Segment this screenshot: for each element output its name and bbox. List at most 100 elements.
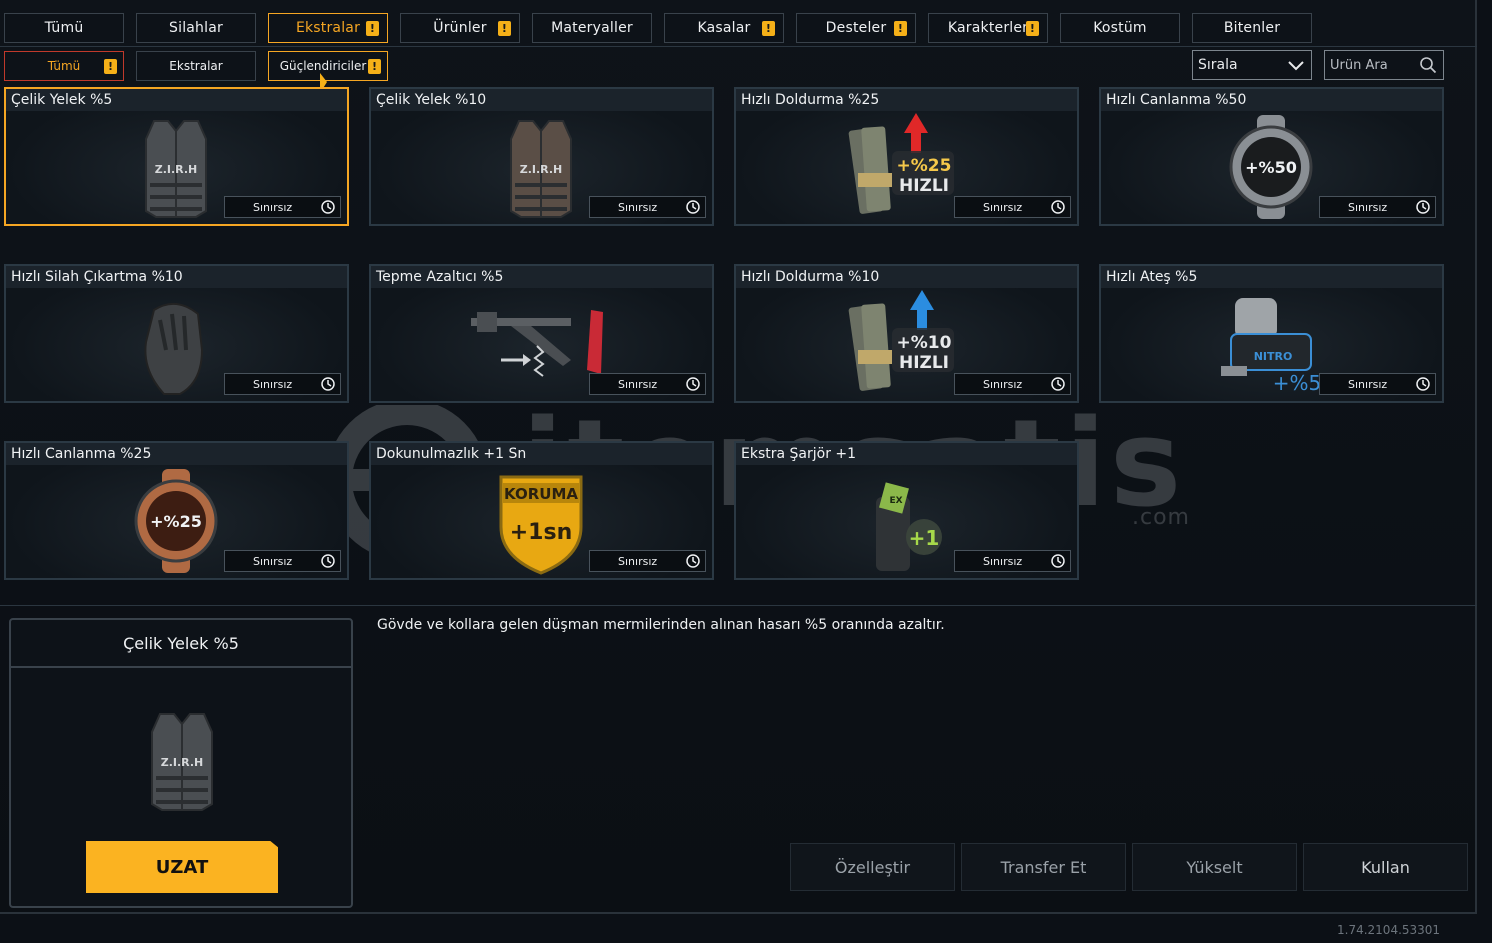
item-title: Ekstra Şarjör +1 (736, 443, 1077, 465)
tab-9[interactable]: Bitenler (1192, 13, 1312, 43)
vest-icon: Z.I.R.H (151, 713, 213, 811)
detail-divider (0, 605, 1477, 606)
selected-item-title: Çelik Yelek %5 (11, 620, 351, 668)
clock-icon (1051, 377, 1065, 391)
alert-badge-icon: ! (894, 21, 907, 36)
item-card[interactable]: Ekstra Şarjör +1 EX +1 Sınırsız (734, 441, 1079, 580)
duration-label: Sınırsız (253, 201, 293, 214)
item-overlay-text: Z.I.R.H (155, 163, 198, 176)
duration-label: Sınırsız (253, 378, 293, 391)
tab-label: Desteler (825, 20, 887, 36)
item-overlay-text: HIZLI (899, 353, 949, 373)
item-title: Tepme Azaltıcı %5 (371, 266, 712, 288)
item-title: Hızlı Silah Çıkartma %10 (6, 266, 347, 288)
subtab-label: Tümü (47, 59, 81, 73)
alert-badge-icon: ! (762, 21, 775, 36)
item-card[interactable]: Hızlı Silah Çıkartma %10 Sınırsız (4, 264, 349, 403)
duration-badge: Sınırsız (224, 550, 341, 572)
item-card[interactable]: Hızlı Doldurma %25 +%25 HIZLI Sınırsız (734, 87, 1079, 226)
duration-badge: Sınırsız (954, 196, 1071, 218)
item-overlay-text: +%25 (150, 512, 202, 531)
clock-icon (321, 554, 335, 568)
item-card[interactable]: Hızlı Ateş %5 NITRO +%5 Sınırsız (1099, 264, 1444, 403)
sort-label: Sırala (1198, 57, 1238, 73)
item-overlay-text: +%10 (897, 333, 952, 353)
item-overlay-text: +%5 (1273, 371, 1322, 395)
item-title: Çelik Yelek %5 (6, 89, 347, 111)
duration-badge: Sınırsız (589, 373, 706, 395)
duration-label: Sınırsız (1348, 378, 1388, 391)
tab-label: Silahlar (169, 20, 223, 36)
subtab-label: Güçlendiriciler (279, 59, 367, 73)
search-box[interactable] (1324, 50, 1444, 80)
search-input[interactable] (1330, 57, 1420, 73)
duration-badge: Sınırsız (224, 373, 341, 395)
item-card[interactable]: Hızlı Canlanma %25 +%25 Sınırsız (4, 441, 349, 580)
tab-label: Kostüm (1093, 20, 1147, 36)
tab-5[interactable]: Kasalar! (664, 13, 784, 43)
tab-6[interactable]: Desteler! (796, 13, 916, 43)
item-card[interactable]: Çelik Yelek %10 Z.I.R.H Sınırsız (369, 87, 714, 226)
duration-badge: Sınırsız (954, 373, 1071, 395)
duration-badge: Sınırsız (224, 196, 341, 218)
alert-badge-icon: ! (1026, 21, 1039, 36)
tab-label: Tümü (44, 20, 84, 36)
duration-label: Sınırsız (1348, 201, 1388, 214)
clock-icon (1416, 200, 1430, 214)
item-card[interactable]: Hızlı Canlanma %50 +%50 Sınırsız (1099, 87, 1444, 226)
duration-label: Sınırsız (983, 378, 1023, 391)
item-overlay-text: +1sn (510, 520, 573, 545)
item-title: Hızlı Canlanma %50 (1101, 89, 1442, 111)
alert-badge-icon: ! (368, 59, 381, 74)
item-title: Hızlı Doldurma %25 (736, 89, 1077, 111)
selected-item-panel: Çelik Yelek %5 Z.I.R.H UZAT (9, 618, 353, 908)
item-title: Hızlı Doldurma %10 (736, 266, 1077, 288)
tab-7[interactable]: Karakterler! (928, 13, 1048, 43)
tab-8[interactable]: Kostüm (1060, 13, 1180, 43)
clock-icon (1051, 200, 1065, 214)
duration-label: Sınırsız (983, 201, 1023, 214)
item-overlay-text: +%25 (897, 156, 952, 176)
clock-icon (1416, 377, 1430, 391)
item-overlay-text: Z.I.R.H (520, 163, 563, 176)
item-title: Çelik Yelek %10 (371, 89, 712, 111)
item-title: Hızlı Canlanma %25 (6, 443, 347, 465)
duration-label: Sınırsız (983, 555, 1023, 568)
duration-label: Sınırsız (618, 378, 658, 391)
item-card[interactable]: Hızlı Doldurma %10 +%10 HIZLI Sınırsız (734, 264, 1079, 403)
alert-badge-icon: ! (366, 21, 379, 36)
tab-2[interactable]: Ekstralar! (268, 13, 388, 43)
tab-0[interactable]: Tümü (4, 13, 124, 43)
item-overlay-text: EX (889, 496, 902, 506)
tab-label: Bitenler (1223, 20, 1281, 36)
subtab-label: Ekstralar (169, 59, 223, 73)
duration-badge: Sınırsız (589, 196, 706, 218)
action-button-2[interactable]: Yükselt (1132, 843, 1297, 891)
item-title: Hızlı Ateş %5 (1101, 266, 1442, 288)
item-card[interactable]: Çelik Yelek %5 Z.I.R.H Sınırsız (4, 87, 349, 226)
subtab-1[interactable]: Ekstralar (136, 51, 256, 81)
tab-label: Materyaller (551, 20, 633, 36)
duration-badge: Sınırsız (589, 550, 706, 572)
tab-4[interactable]: Materyaller (532, 13, 652, 43)
sort-dropdown[interactable]: Sırala (1192, 50, 1312, 80)
action-button-1[interactable]: Transfer Et (961, 843, 1126, 891)
alert-badge-icon: ! (104, 59, 117, 74)
item-card[interactable]: Dokunulmazlık +1 Sn KORUMA +1sn Sınırsız (369, 441, 714, 580)
clock-icon (321, 200, 335, 214)
tab-1[interactable]: Silahlar (136, 13, 256, 43)
clock-icon (686, 200, 700, 214)
search-icon[interactable] (1419, 56, 1437, 74)
clock-icon (1051, 554, 1065, 568)
subtab-0[interactable]: Tümü! (4, 51, 124, 81)
tab-3[interactable]: Ürünler! (400, 13, 520, 43)
action-button-3[interactable]: Kullan (1303, 843, 1468, 891)
item-overlay-text: +%50 (1245, 158, 1297, 177)
item-overlay-text: +1 (909, 526, 940, 550)
item-card[interactable]: Tepme Azaltıcı %5 Sınırsız (369, 264, 714, 403)
tab-label: Ürünler (433, 20, 487, 36)
duration-badge: Sınırsız (1319, 373, 1436, 395)
action-button-0[interactable]: Özelleştir (790, 843, 955, 891)
extend-button[interactable]: UZAT (86, 841, 278, 893)
duration-badge: Sınırsız (954, 550, 1071, 572)
